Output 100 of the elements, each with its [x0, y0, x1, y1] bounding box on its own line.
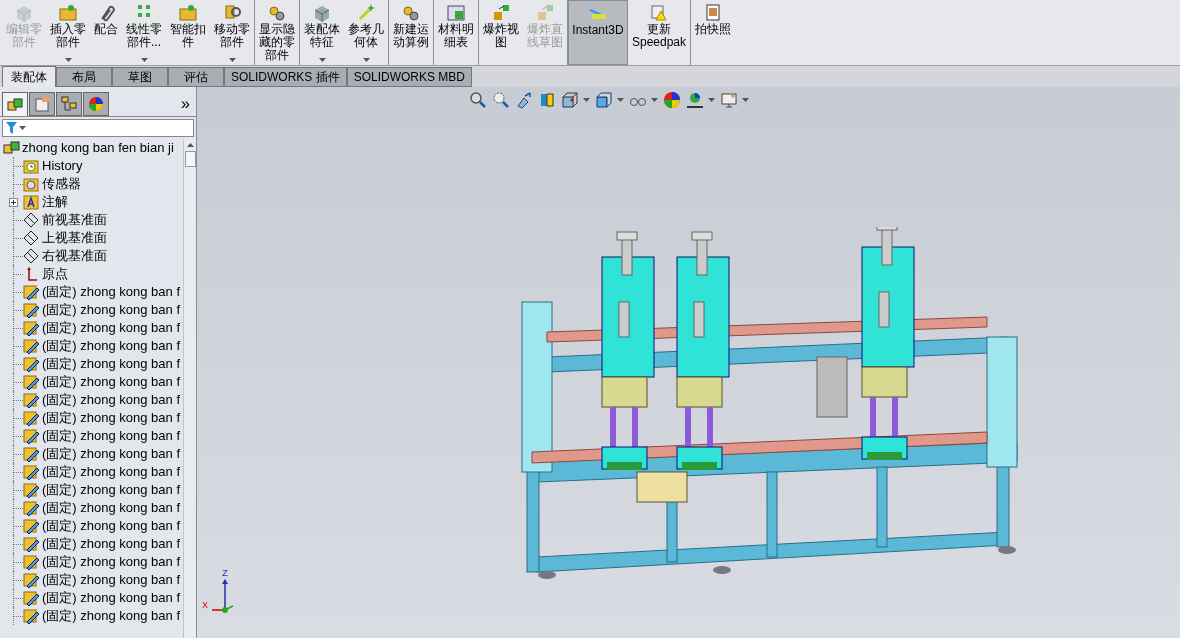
zoom-icon[interactable]	[491, 91, 510, 109]
tab[interactable]: 评估	[168, 67, 224, 87]
tree-item-label[interactable]: 注解	[42, 192, 68, 212]
caret-icon	[616, 98, 624, 102]
tree-item-label[interactable]: (固定) zhong kong ban f	[42, 516, 181, 536]
color-ball-icon[interactable]	[662, 91, 681, 109]
toolbar-button[interactable]: 爆炸视 图	[479, 0, 523, 65]
cube-icon[interactable]	[560, 91, 579, 109]
toolbar-button[interactable]: 参考几 何体	[344, 0, 389, 65]
tree-item-label[interactable]: (固定) zhong kong ban f	[42, 354, 181, 374]
part-icon	[23, 356, 39, 372]
caret-icon	[19, 126, 26, 130]
tree-item-label[interactable]: (固定) zhong kong ban f	[42, 498, 181, 518]
zoom-icon[interactable]	[468, 91, 487, 109]
tab[interactable]: SOLIDWORKS 插件	[224, 67, 347, 87]
scroll-up-arrow-icon[interactable]	[186, 143, 194, 147]
toolbar-button[interactable]: 拍快照	[691, 0, 736, 65]
tree-item-label[interactable]: 传感器	[42, 174, 81, 194]
tab[interactable]: 布局	[56, 67, 112, 87]
toolbar-button[interactable]: 材料明 细表	[434, 0, 479, 65]
toolbar-button[interactable]: 插入零 部件	[46, 0, 90, 65]
part-icon	[23, 410, 39, 426]
part-icon	[23, 338, 39, 354]
expand-panel-button[interactable]: »	[177, 92, 194, 116]
tab[interactable]: SOLIDWORKS MBD	[346, 67, 473, 87]
toolbar-button[interactable]: 配合	[90, 0, 122, 65]
tab[interactable]: 草图	[112, 67, 168, 87]
plane-icon	[23, 230, 39, 246]
star-icon	[356, 3, 376, 23]
tree-item-label[interactable]: (固定) zhong kong ban f	[42, 408, 181, 428]
explode-icon	[491, 3, 511, 23]
panel-tab[interactable]	[83, 92, 109, 116]
scrollbar[interactable]	[183, 139, 196, 638]
part-icon	[23, 590, 39, 606]
tree-item-label[interactable]: (固定) zhong kong ban f	[42, 534, 181, 554]
shaded-cube-icon[interactable]	[594, 91, 613, 109]
caret-icon	[64, 58, 72, 62]
scrollbar-thumb[interactable]	[184, 151, 196, 167]
tab[interactable]: 装配体	[2, 66, 56, 87]
plane-icon	[23, 248, 39, 264]
tree-item-label[interactable]: 前视基准面	[42, 210, 107, 230]
tree-item-label[interactable]: (固定) zhong kong ban f	[42, 390, 181, 410]
toolbar-button[interactable]: 线性零 部件...	[122, 0, 166, 65]
filter-field[interactable]	[2, 119, 194, 137]
tree-item-label[interactable]: 原点	[42, 264, 68, 284]
panel-tab[interactable]	[2, 92, 28, 116]
part-icon	[23, 302, 39, 318]
tree-item-label[interactable]: (固定) zhong kong ban f	[42, 606, 181, 626]
part-icon	[23, 392, 39, 408]
toolbar-button[interactable]: 更新 Speedpak	[628, 0, 692, 65]
tree-item-label[interactable]: (固定) zhong kong ban f	[42, 426, 181, 446]
cubes-icon	[3, 140, 20, 156]
toolbar-button[interactable]: Instant3D	[568, 0, 628, 65]
toolbar-button[interactable]: 显示隐 藏的零 部件	[255, 0, 300, 65]
part-icon	[23, 428, 39, 444]
caret-icon	[650, 98, 658, 102]
tree-item-label[interactable]: (固定) zhong kong ban f	[42, 318, 181, 338]
toolbar-button[interactable]: 装配体 特征	[300, 0, 344, 65]
caret-icon	[707, 98, 715, 102]
folder-icon	[58, 3, 78, 23]
scene-icon[interactable]	[685, 91, 704, 109]
tree-item-label[interactable]: (固定) zhong kong ban f	[42, 480, 181, 500]
part-icon	[23, 572, 39, 588]
folder-icon	[178, 3, 198, 23]
expand-toggle[interactable]	[8, 197, 18, 207]
toolbar-button[interactable]: 智能扣 件	[166, 0, 210, 65]
part-icon	[23, 284, 39, 300]
part-icon	[23, 482, 39, 498]
panel-tab[interactable]	[29, 92, 55, 116]
clock-folder-icon	[23, 158, 39, 174]
tree-item-label[interactable]: (固定) zhong kong ban f	[42, 552, 181, 572]
tree-item-label[interactable]: History	[42, 156, 83, 176]
tree-item-label[interactable]: (固定) zhong kong ban f	[42, 336, 181, 356]
tree-item-label[interactable]: (固定) zhong kong ban f	[42, 372, 181, 392]
toolbar-button[interactable]: 移动零 部件	[210, 0, 255, 65]
caret-icon	[140, 58, 148, 62]
tree-item-label[interactable]: (固定) zhong kong ban f	[42, 588, 181, 608]
plane-icon	[23, 212, 39, 228]
part-icon	[23, 320, 39, 336]
tree-item-label[interactable]: (固定) zhong kong ban f	[42, 282, 181, 302]
caret-icon	[582, 98, 590, 102]
tree-item-label[interactable]: (固定) zhong kong ban f	[42, 444, 181, 464]
tree-item-label[interactable]: 右视基准面	[42, 246, 107, 266]
warning-icon	[649, 3, 669, 23]
cube-icon	[14, 3, 34, 23]
part-icon	[23, 464, 39, 480]
cubes-icon	[6, 95, 24, 114]
caret-icon	[318, 58, 326, 62]
tree-root-label[interactable]: zhong kong ban fen bian ji	[22, 139, 174, 158]
panel-tab[interactable]	[56, 92, 82, 116]
monitor-icon[interactable]	[719, 91, 738, 109]
axis-label: Z	[222, 569, 228, 578]
tree-item-label[interactable]: (固定) zhong kong ban f	[42, 462, 181, 482]
toolbar-button[interactable]: 新建运 动算例	[389, 0, 434, 65]
tree-item-label[interactable]: (固定) zhong kong ban f	[42, 570, 181, 590]
property-sheet-icon	[33, 95, 51, 113]
tree-item-label[interactable]: 上视基准面	[42, 228, 107, 248]
cube-icon	[312, 3, 332, 23]
tree-item-label[interactable]: (固定) zhong kong ban f	[42, 300, 181, 320]
table-icon	[446, 3, 466, 23]
